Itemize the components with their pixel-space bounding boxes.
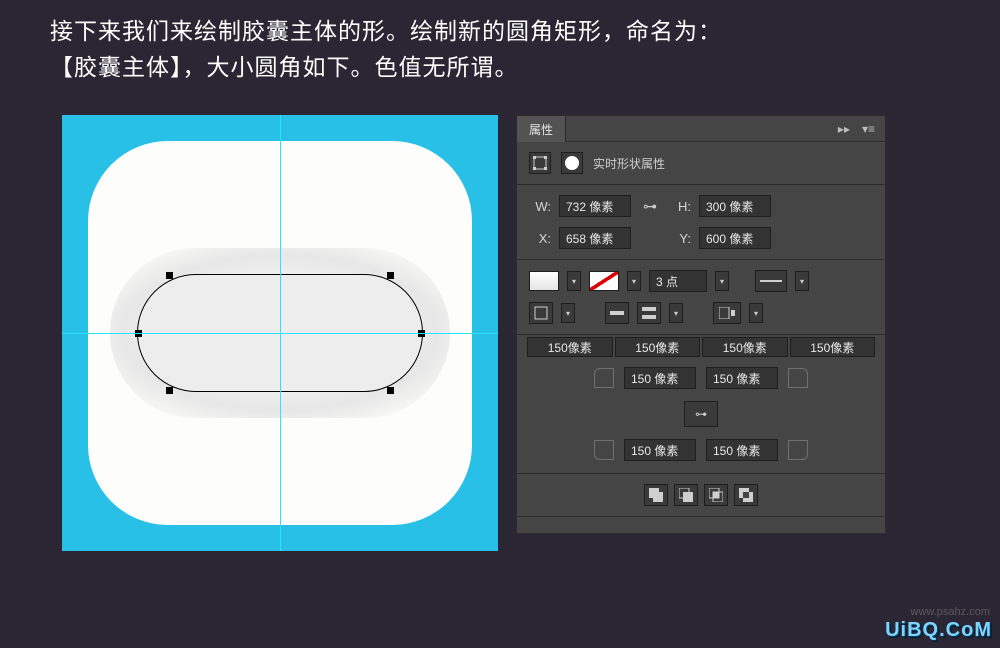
link-corners-button[interactable]: ⊶: [684, 401, 718, 427]
stroke-options-icon[interactable]: [713, 302, 741, 324]
x-field[interactable]: 658 像素: [559, 227, 631, 249]
align-stroke-center[interactable]: [637, 302, 661, 324]
stroke-style-dropdown[interactable]: ▾: [795, 271, 809, 291]
corner-br-icon[interactable]: [788, 440, 808, 460]
content-row: 属性 ▸▸ ▾≡ 实时形状属性 W: 732 像素 ⊶ H: 300 像素 X:: [0, 85, 1000, 551]
canvas-preview[interactable]: [62, 115, 498, 551]
corner-summary-bl[interactable]: 150像素: [702, 337, 788, 357]
fill-dropdown[interactable]: ▾: [567, 271, 581, 291]
anchor-point[interactable]: [166, 272, 173, 279]
align-stroke-inside[interactable]: [605, 302, 629, 324]
size-position-section: W: 732 像素 ⊶ H: 300 像素 X: 658 像素 ⊶ Y: 600…: [517, 185, 885, 260]
stroke-swatch[interactable]: [589, 271, 619, 291]
tutorial-instruction: 接下来我们来绘制胶囊主体的形。绘制新的圆角矩形，命名为： 【胶囊主体】，大小圆角…: [0, 0, 1000, 85]
anchor-point[interactable]: [387, 272, 394, 279]
stroke-style-solid[interactable]: [755, 270, 787, 292]
instruction-line1: 接下来我们来绘制胶囊主体的形。绘制新的圆角矩形，命名为：: [50, 18, 722, 44]
exclude-button[interactable]: [734, 484, 758, 506]
corner-tl-icon[interactable]: [594, 368, 614, 388]
width-label: W:: [529, 199, 551, 214]
stroke-weight-dropdown[interactable]: ▾: [715, 271, 729, 291]
corner-bl-field[interactable]: 150 像素: [624, 439, 696, 461]
subtract-button[interactable]: [674, 484, 698, 506]
stroke-dropdown[interactable]: ▾: [627, 271, 641, 291]
unite-button[interactable]: [644, 484, 668, 506]
y-field[interactable]: 600 像素: [699, 227, 771, 249]
collapse-icon[interactable]: ▸▸: [838, 122, 850, 136]
path-ops-icon[interactable]: [529, 302, 553, 324]
align-stroke-dropdown[interactable]: ▾: [669, 303, 683, 323]
panel-tab-properties[interactable]: 属性: [517, 116, 566, 142]
path-ops-dropdown[interactable]: ▾: [561, 303, 575, 323]
panel-title: 实时形状属性: [593, 155, 665, 172]
instruction-line2: 【胶囊主体】，大小圆角如下。色值无所谓。: [50, 54, 519, 80]
shape-bounds-icon[interactable]: [529, 152, 551, 174]
panel-title-row: 实时形状属性: [517, 142, 885, 185]
anchor-point[interactable]: [166, 387, 173, 394]
panel-menu-icon[interactable]: ▾≡: [862, 122, 875, 136]
properties-panel: 属性 ▸▸ ▾≡ 实时形状属性 W: 732 像素 ⊶ H: 300 像素 X:: [516, 115, 886, 534]
stroke-options-dropdown[interactable]: ▾: [749, 303, 763, 323]
corner-radius-section: 150 像素 150 像素 ⊶ 150 像素 150 像素: [517, 363, 885, 474]
corner-summary-tr[interactable]: 150像素: [615, 337, 701, 357]
panel-footer: [517, 517, 885, 533]
watermark-small: www.psahz.com: [911, 606, 990, 618]
link-wh-icon[interactable]: ⊶: [639, 198, 661, 215]
panel-header: 属性 ▸▸ ▾≡: [517, 116, 885, 142]
stroke-weight-field[interactable]: 3 点: [649, 270, 707, 292]
corner-br-field[interactable]: 150 像素: [706, 439, 778, 461]
guide-horizontal: [62, 333, 498, 334]
corner-summary-tl[interactable]: 150像素: [527, 337, 613, 357]
height-label: H:: [669, 199, 691, 214]
anchor-point[interactable]: [387, 387, 394, 394]
corner-bl-icon[interactable]: [594, 440, 614, 460]
y-label: Y:: [669, 231, 691, 246]
corner-tr-field[interactable]: 150 像素: [706, 367, 778, 389]
fill-stroke-section: ▾ ▾ 3 点 ▾ ▾ ▾ ▾ ▾: [517, 260, 885, 335]
width-field[interactable]: 732 像素: [559, 195, 631, 217]
corner-summary-br[interactable]: 150像素: [790, 337, 876, 357]
pathfinder-row: [517, 474, 885, 517]
intersect-button[interactable]: [704, 484, 728, 506]
x-label: X:: [529, 231, 551, 246]
corner-tl-field[interactable]: 150 像素: [624, 367, 696, 389]
fill-swatch[interactable]: [529, 271, 559, 291]
corner-tr-icon[interactable]: [788, 368, 808, 388]
watermark: UiBQ.CoM: [885, 619, 992, 642]
mask-icon[interactable]: [561, 152, 583, 174]
height-field[interactable]: 300 像素: [699, 195, 771, 217]
corner-summary: 150像素 150像素 150像素 150像素: [517, 335, 885, 363]
